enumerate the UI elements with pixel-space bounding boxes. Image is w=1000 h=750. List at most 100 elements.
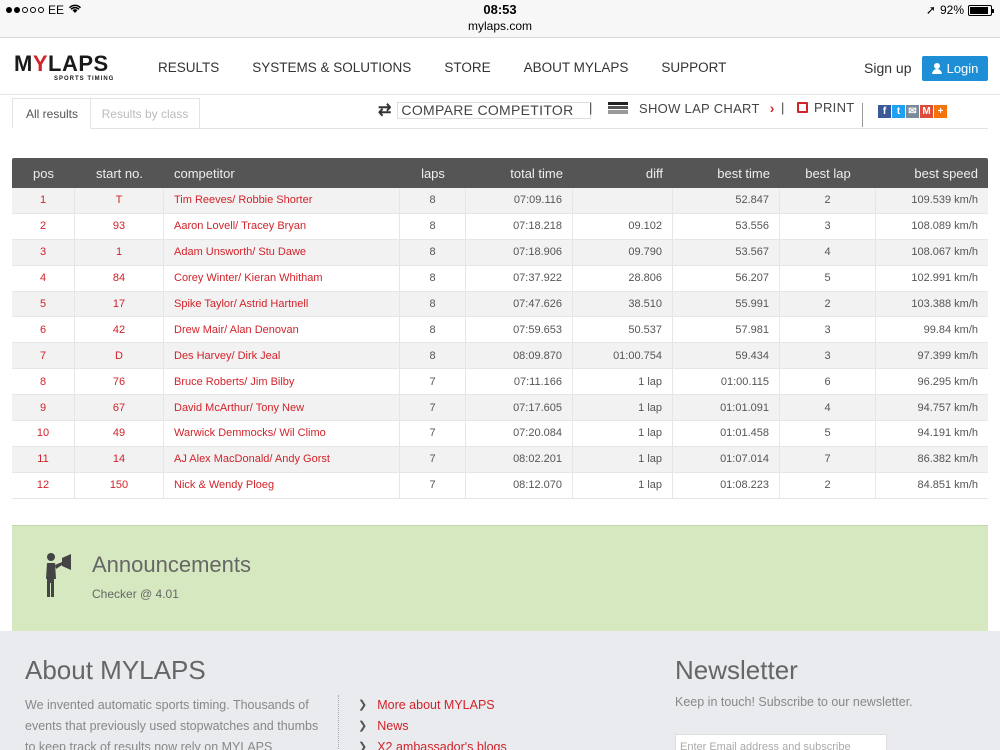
table-row[interactable]: 1 T Tim Reeves/ Robbie Shorter 8 07:09.116 52… <box>12 188 988 214</box>
cell-pos[interactable]: 12 <box>12 472 75 498</box>
login-button[interactable]: Login <box>922 56 988 81</box>
about-title: About MYLAPS <box>25 655 206 685</box>
table-row[interactable]: 8 76 Bruce Roberts/ Jim Bilby 7 07:11.166 1 l… <box>12 369 988 396</box>
table-row[interactable]: 4 84 Corey Winter/ Kieran Whitham 8 07:37.92… <box>12 265 988 292</box>
cell-competitor[interactable]: Tim Reeves/ Robbie Shorter <box>164 188 400 213</box>
cell-competitor[interactable]: Bruce Roberts/ Jim Bilby <box>164 369 400 395</box>
cell-laps: 8 <box>400 265 466 291</box>
chevron-right-icon: ❯ <box>358 699 368 711</box>
cell-start-no[interactable]: 93 <box>75 213 164 239</box>
cell-start-no[interactable]: 150 <box>75 472 164 498</box>
signup-link[interactable]: Sign up <box>864 60 911 76</box>
footer-link-more-about[interactable]: ❯ More about MYLAPS <box>358 695 507 716</box>
table-row[interactable]: 12 150 Nick & Wendy Ploeg 7 08:12.070 1 lap 01… <box>12 472 988 499</box>
col-header-total-time[interactable]: total time <box>466 158 573 188</box>
gmail-icon[interactable]: M <box>920 105 933 118</box>
col-header-diff[interactable]: diff <box>573 158 673 188</box>
cell-best-lap: 3 <box>780 317 876 343</box>
cell-pos[interactable]: 2 <box>12 213 75 239</box>
table-row[interactable]: 10 49 Warwick Demmocks/ Wil Climo 7 07:20.08… <box>12 421 988 447</box>
nav-item-results[interactable]: RESULTS <box>158 60 219 75</box>
newsletter-title: Newsletter <box>675 655 798 685</box>
plus-icon[interactable]: + <box>934 105 947 118</box>
cell-pos[interactable]: 10 <box>12 421 75 446</box>
footer-links: ❯ More about MYLAPS ❯ News ❯ X2 ambassador'… <box>358 695 507 750</box>
cell-start-no[interactable]: 49 <box>75 421 164 446</box>
cell-competitor[interactable]: David McArthur/ Tony New <box>164 395 400 421</box>
col-header-laps[interactable]: laps <box>400 158 466 188</box>
cell-start-no[interactable]: 76 <box>75 369 164 395</box>
cell-pos[interactable]: 7 <box>12 343 75 369</box>
nav-item-store[interactable]: STORE <box>444 60 490 75</box>
nav-item-about[interactable]: ABOUT MYLAPS <box>524 60 629 75</box>
address-bar[interactable]: mylaps.com <box>0 19 1000 33</box>
footer-link-blogs[interactable]: ❯ X2 ambassador's blogs <box>358 737 507 750</box>
cell-pos[interactable]: 9 <box>12 395 75 421</box>
cell-competitor[interactable]: Adam Unsworth/ Stu Dawe <box>164 239 400 265</box>
table-row[interactable]: 5 17 Spike Taylor/ Astrid Hartnell 8 07:47.6… <box>12 291 988 318</box>
table-row[interactable]: 3 1 Adam Unsworth/ Stu Dawe 8 07:18.906 09.79… <box>12 239 988 266</box>
lap-chart-label: SHOW LAP CHART <box>639 100 760 116</box>
cell-total-time: 07:11.166 <box>466 369 573 395</box>
newsletter-email-input[interactable]: Enter Email address and subscribe <box>675 734 887 750</box>
cell-competitor[interactable]: Drew Mair/ Alan Denovan <box>164 317 400 343</box>
main-nav: MYLAPS SPORTS TIMING RESULTS SYSTEMS & S… <box>0 39 1000 95</box>
cell-laps: 7 <box>400 369 466 395</box>
cell-start-no[interactable]: T <box>75 188 164 213</box>
tab-all-results[interactable]: All results <box>12 98 92 129</box>
email-icon[interactable]: ✉ <box>906 105 919 118</box>
col-header-pos[interactable]: pos <box>12 158 75 188</box>
cell-start-no[interactable]: 42 <box>75 317 164 343</box>
cell-total-time: 07:37.922 <box>466 265 573 291</box>
col-header-competitor[interactable]: competitor <box>164 158 400 188</box>
cell-pos[interactable]: 8 <box>12 369 75 395</box>
mylaps-logo[interactable]: MYLAPS SPORTS TIMING <box>14 51 113 82</box>
twitter-icon[interactable]: t <box>892 105 905 118</box>
cell-start-no[interactable]: 17 <box>75 291 164 317</box>
show-lap-chart-button[interactable]: SHOW LAP CHART › <box>608 100 775 116</box>
cell-competitor[interactable]: Des Harvey/ Dirk Jeal <box>164 343 400 369</box>
nav-item-support[interactable]: SUPPORT <box>661 60 726 75</box>
cell-total-time: 07:20.084 <box>466 421 573 446</box>
col-header-start-no[interactable]: start no. <box>75 158 164 188</box>
cell-pos[interactable]: 5 <box>12 291 75 317</box>
cell-pos[interactable]: 6 <box>12 317 75 343</box>
table-row[interactable]: 2 93 Aaron Lovell/ Tracey Bryan 8 07:18.218 0… <box>12 213 988 240</box>
col-header-best-time[interactable]: best time <box>673 158 780 188</box>
cell-start-no[interactable]: 67 <box>75 395 164 421</box>
cell-pos[interactable]: 3 <box>12 239 75 265</box>
cell-start-no[interactable]: 1 <box>75 239 164 265</box>
cell-start-no[interactable]: D <box>75 343 164 369</box>
compare-competitor-button[interactable]: ⇄ COMPARE COMPETITOR <box>378 100 591 120</box>
facebook-icon[interactable]: f <box>878 105 891 118</box>
toolbar-separator: | <box>589 100 593 115</box>
table-row[interactable]: 6 42 Drew Mair/ Alan Denovan 8 07:59.653 50.5… <box>12 317 988 344</box>
cell-pos[interactable]: 4 <box>12 265 75 291</box>
col-header-best-lap[interactable]: best lap <box>780 158 876 188</box>
status-bar: EE 08:53 mylaps.com ➚ 92% <box>0 0 1000 38</box>
table-row[interactable]: 9 67 David McArthur/ Tony New 7 07:17.605 1 l… <box>12 395 988 422</box>
cell-pos[interactable]: 1 <box>12 188 75 213</box>
cell-competitor[interactable]: Corey Winter/ Kieran Whitham <box>164 265 400 291</box>
cell-start-no[interactable]: 84 <box>75 265 164 291</box>
cell-pos[interactable]: 11 <box>12 446 75 472</box>
nav-item-systems-solutions[interactable]: SYSTEMS & SOLUTIONS <box>252 60 411 75</box>
printer-icon <box>797 102 808 113</box>
cell-start-no[interactable]: 14 <box>75 446 164 472</box>
cell-competitor[interactable]: Warwick Demmocks/ Wil Climo <box>164 421 400 446</box>
cell-best-time: 57.981 <box>673 317 780 343</box>
table-row[interactable]: 7 D Des Harvey/ Dirk Jeal 8 08:09.870 01:00.7… <box>12 343 988 370</box>
cell-total-time: 08:12.070 <box>466 472 573 498</box>
cell-best-lap: 4 <box>780 395 876 421</box>
cell-competitor[interactable]: Aaron Lovell/ Tracey Bryan <box>164 213 400 239</box>
cell-best-speed: 86.382 km/h <box>917 453 978 466</box>
col-header-best-speed[interactable]: best speed <box>876 158 988 188</box>
cell-competitor[interactable]: Nick & Wendy Ploeg <box>164 472 400 498</box>
cell-competitor[interactable]: AJ Alex MacDonald/ Andy Gorst <box>164 446 400 472</box>
table-row[interactable]: 11 14 AJ Alex MacDonald/ Andy Gorst 7 08:02.… <box>12 446 988 473</box>
print-button[interactable]: PRINT <box>797 100 855 115</box>
tab-results-by-class[interactable]: Results by class <box>90 98 200 129</box>
footer-link-news[interactable]: ❯ News <box>358 716 507 737</box>
cell-competitor[interactable]: Spike Taylor/ Astrid Hartnell <box>164 291 400 317</box>
results-table: pos start no. competitor laps total time… <box>12 158 988 499</box>
